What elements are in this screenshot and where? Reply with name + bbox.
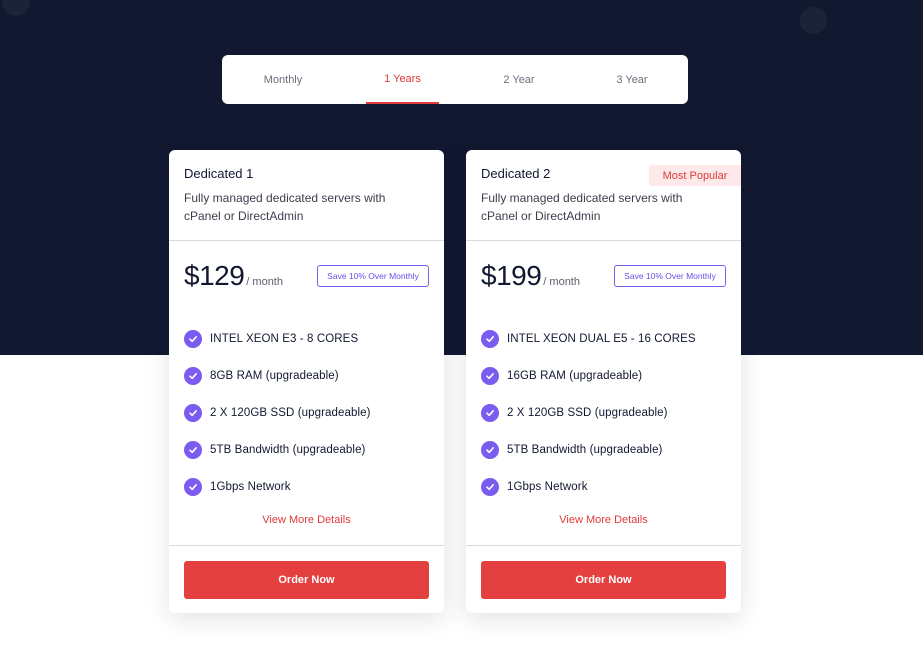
feature-item: 1Gbps Network bbox=[481, 468, 731, 505]
view-more-details-link[interactable]: View More Details bbox=[466, 514, 741, 526]
feature-text: 16GB RAM (upgradeable) bbox=[507, 369, 643, 382]
save-badge: Save 10% Over Monthly bbox=[317, 265, 429, 287]
divider bbox=[169, 545, 444, 546]
tab-monthly[interactable]: Monthly bbox=[222, 55, 344, 104]
feature-text: 1Gbps Network bbox=[507, 480, 588, 493]
order-now-button[interactable]: Order Now bbox=[184, 561, 429, 599]
feature-item: 2 X 120GB SSD (upgradeable) bbox=[184, 394, 434, 431]
check-circle-icon bbox=[184, 329, 202, 348]
feature-list: INTEL XEON DUAL E5 - 16 CORES 16GB RAM (… bbox=[481, 320, 731, 505]
decorative-circle bbox=[800, 7, 827, 34]
feature-item: 8GB RAM (upgradeable) bbox=[184, 357, 434, 394]
price-period: / month bbox=[543, 276, 580, 288]
tab-1-years[interactable]: 1 Years bbox=[366, 55, 439, 104]
tab-2-year[interactable]: 2 Year bbox=[464, 55, 574, 104]
plan-card-dedicated-1: Dedicated 1 Fully managed dedicated serv… bbox=[169, 150, 444, 613]
feature-text: INTEL XEON E3 - 8 CORES bbox=[210, 332, 359, 345]
check-circle-icon bbox=[481, 366, 499, 385]
check-circle-icon bbox=[481, 403, 499, 422]
most-popular-badge: Most Popular bbox=[649, 165, 741, 186]
feature-text: 5TB Bandwidth (upgradeable) bbox=[210, 443, 366, 456]
feature-item: 2 X 120GB SSD (upgradeable) bbox=[481, 394, 731, 431]
feature-item: 1Gbps Network bbox=[184, 468, 434, 505]
order-now-button[interactable]: Order Now bbox=[481, 561, 726, 599]
divider bbox=[466, 240, 741, 241]
feature-text: 2 X 120GB SSD (upgradeable) bbox=[210, 406, 371, 419]
check-circle-icon bbox=[481, 440, 499, 459]
check-circle-icon bbox=[481, 477, 499, 496]
price-amount: $129 bbox=[184, 260, 245, 291]
tab-3-year[interactable]: 3 Year bbox=[577, 55, 687, 104]
feature-text: 2 X 120GB SSD (upgradeable) bbox=[507, 406, 668, 419]
view-more-details-link[interactable]: View More Details bbox=[169, 514, 444, 526]
feature-item: 5TB Bandwidth (upgradeable) bbox=[481, 431, 731, 468]
plan-card-dedicated-2: Dedicated 2 Most Popular Fully managed d… bbox=[466, 150, 741, 613]
feature-text: 8GB RAM (upgradeable) bbox=[210, 369, 339, 382]
feature-text: 5TB Bandwidth (upgradeable) bbox=[507, 443, 663, 456]
check-circle-icon bbox=[184, 477, 202, 496]
divider bbox=[169, 240, 444, 241]
billing-period-tabs: Monthly 1 Years 2 Year 3 Year bbox=[222, 55, 688, 104]
price-amount: $199 bbox=[481, 260, 542, 291]
check-circle-icon bbox=[184, 366, 202, 385]
feature-item: 16GB RAM (upgradeable) bbox=[481, 357, 731, 394]
plan-name: Dedicated 2 bbox=[481, 166, 551, 181]
feature-list: INTEL XEON E3 - 8 CORES 8GB RAM (upgrade… bbox=[184, 320, 434, 505]
plan-price: $129 / month bbox=[184, 260, 283, 292]
feature-text: INTEL XEON DUAL E5 - 16 CORES bbox=[507, 332, 696, 345]
feature-item: 5TB Bandwidth (upgradeable) bbox=[184, 431, 434, 468]
price-period: / month bbox=[246, 276, 283, 288]
feature-item: INTEL XEON E3 - 8 CORES bbox=[184, 320, 434, 357]
hero-background bbox=[0, 0, 923, 355]
divider bbox=[466, 545, 741, 546]
plan-description: Fully managed dedicated servers with cPa… bbox=[184, 191, 386, 223]
plan-price: $199 / month bbox=[481, 260, 580, 292]
check-circle-icon bbox=[184, 440, 202, 459]
save-badge: Save 10% Over Monthly bbox=[614, 265, 726, 287]
check-circle-icon bbox=[481, 329, 499, 348]
feature-text: 1Gbps Network bbox=[210, 480, 291, 493]
check-circle-icon bbox=[184, 403, 202, 422]
feature-item: INTEL XEON DUAL E5 - 16 CORES bbox=[481, 320, 731, 357]
plan-description: Fully managed dedicated servers with cPa… bbox=[481, 191, 683, 223]
plan-name: Dedicated 1 bbox=[184, 166, 254, 181]
